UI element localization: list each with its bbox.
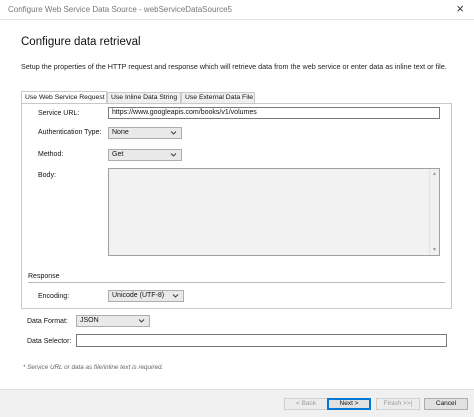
encoding-value: Unicode (UTF-8) <box>112 292 165 299</box>
body-textarea[interactable]: ▲ ▼ <box>108 168 440 256</box>
page-heading: Configure data retrieval <box>21 36 141 48</box>
chevron-down-icon <box>170 131 177 135</box>
page-description: Setup the properties of the HTTP request… <box>21 62 447 71</box>
method-label: Method: <box>38 151 64 158</box>
chevron-down-icon <box>138 319 145 323</box>
data-format-select[interactable]: JSON <box>76 315 150 327</box>
body-scrollbar[interactable]: ▲ ▼ <box>429 169 439 255</box>
chevron-down-icon <box>172 294 179 298</box>
cancel-button[interactable]: Cancel <box>424 398 468 410</box>
response-section-label: Response <box>28 273 60 280</box>
authentication-type-value: None <box>112 129 129 136</box>
next-button[interactable]: Next > <box>327 398 371 410</box>
data-format-label: Data Format: <box>27 318 68 325</box>
authentication-type-label: Authentication Type: <box>38 129 102 136</box>
body-label: Body: <box>38 172 56 179</box>
service-url-field[interactable]: https://www.googleapis.com/books/v1/volu… <box>108 107 440 119</box>
window-title: Configure Web Service Data Source - webS… <box>8 5 232 14</box>
close-icon[interactable]: × <box>456 2 464 16</box>
response-divider <box>28 282 445 283</box>
encoding-label: Encoding: <box>38 293 70 300</box>
data-selector-label: Data Selector: <box>27 338 72 345</box>
title-bar: Configure Web Service Data Source - webS… <box>0 0 474 20</box>
authentication-type-select[interactable]: None <box>108 127 182 139</box>
chevron-down-icon <box>170 153 177 157</box>
scroll-up-icon[interactable]: ▲ <box>432 171 437 177</box>
method-value: Get <box>112 151 124 158</box>
data-format-value: JSON <box>80 317 99 324</box>
required-footnote: * Service URL or data as file/inline tex… <box>23 364 164 371</box>
button-bar: < Back Next > Finish >>| Cancel <box>0 389 474 417</box>
method-select[interactable]: Get <box>108 149 182 161</box>
back-button[interactable]: < Back <box>284 398 328 410</box>
encoding-select[interactable]: Unicode (UTF-8) <box>108 290 184 302</box>
service-url-label: Service URL: <box>38 110 80 117</box>
scroll-down-icon[interactable]: ▼ <box>432 247 437 253</box>
finish-button[interactable]: Finish >>| <box>376 398 420 410</box>
data-selector-field[interactable] <box>76 334 447 347</box>
